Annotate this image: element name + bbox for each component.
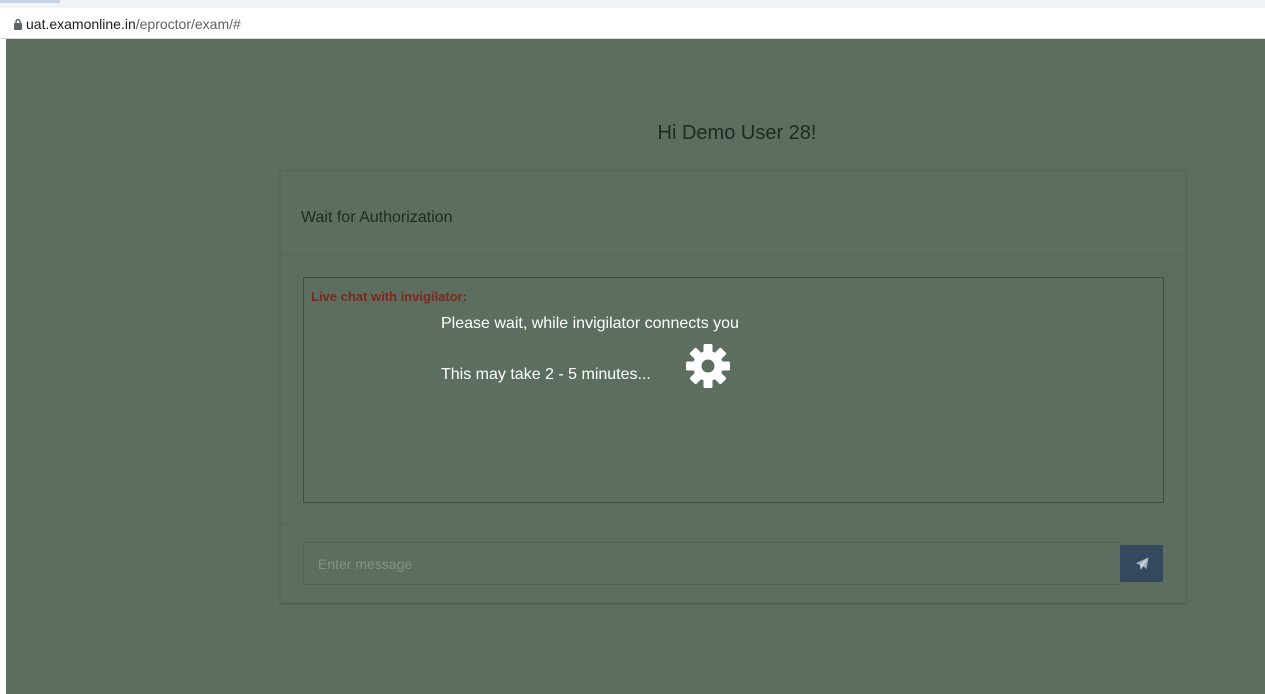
lock-icon <box>14 18 22 30</box>
address-url[interactable]: uat.examonline.in/eproctor/exam/# <box>26 16 241 32</box>
address-bar[interactable]: uat.examonline.in/eproctor/exam/# <box>0 8 1265 39</box>
wait-message: Please wait, while invigilator connects … <box>441 315 739 332</box>
panel-title: Wait for Authorization <box>301 209 453 226</box>
panel-footer-divider <box>281 524 1185 525</box>
chat-label: Live chat with invigilator: <box>311 289 468 304</box>
chat-window: Live chat with invigilator: <box>303 277 1164 503</box>
send-button[interactable] <box>1120 545 1163 582</box>
panel-header: Wait for Authorization <box>281 171 1185 255</box>
duration-message: This may take 2 - 5 minutes... <box>441 366 651 383</box>
url-host: uat.examonline.in <box>26 16 136 32</box>
browser-toolbar <box>0 0 1265 8</box>
greeting-heading: Hi Demo User 28! <box>657 122 817 144</box>
url-path: /eproctor/exam/# <box>135 16 241 32</box>
gear-icon <box>686 344 730 388</box>
message-input[interactable] <box>303 542 1121 585</box>
send-icon <box>1135 557 1148 570</box>
browser-tab-indicator <box>0 0 60 3</box>
